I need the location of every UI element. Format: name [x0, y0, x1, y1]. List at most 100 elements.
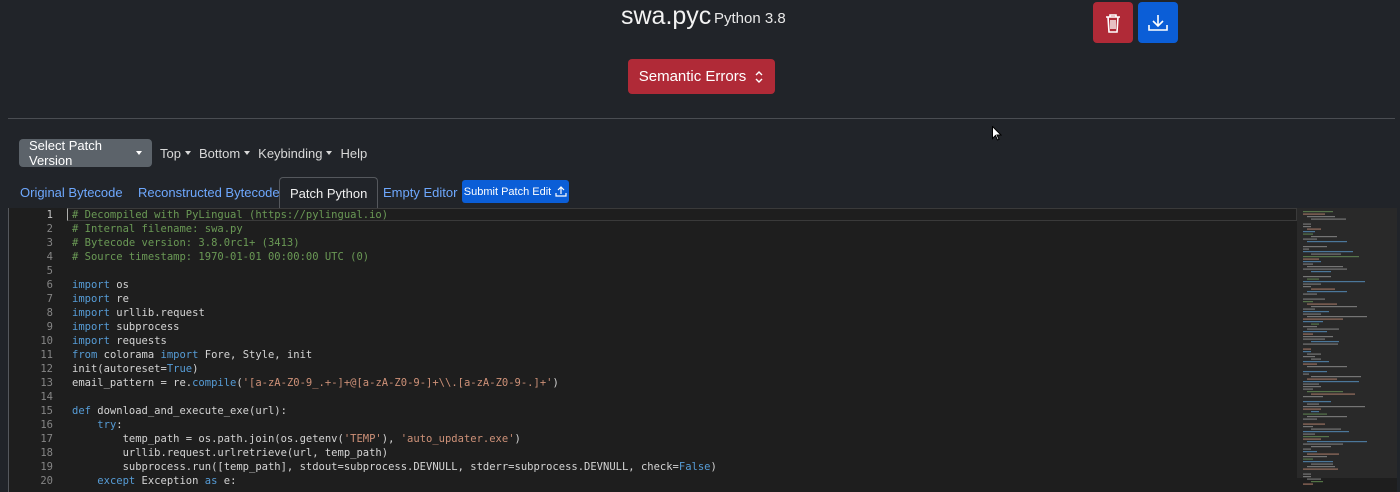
select-patch-version-dropdown[interactable]: Select Patch Version — [19, 138, 152, 168]
code-line[interactable]: 7 import re — [9, 292, 1299, 306]
code-token: Fore, Style, init — [198, 349, 313, 361]
line-number: 10 — [40, 335, 53, 347]
tab-empty-editor[interactable]: Empty Editor — [383, 177, 457, 208]
code-text: init(autoreset=True) — [72, 362, 198, 376]
line-number: 2 — [46, 223, 53, 235]
tab-reconstructed-bytecode[interactable]: Reconstructed Bytecode — [138, 177, 280, 208]
download-button[interactable] — [1138, 2, 1178, 43]
code-line[interactable]: 20 except Exception as e: — [9, 474, 1299, 488]
code-line[interactable]: 17 temp_path = os.path.join(os.getenv('T… — [9, 432, 1299, 446]
file-title: swa.pyc — [621, 2, 712, 30]
bottom-label: Bottom — [198, 145, 241, 161]
code-lines: 1 # Decompiled with PyLingual (https://py… — [9, 208, 1299, 488]
code-line[interactable]: 6 import os — [9, 278, 1299, 292]
delete-button[interactable] — [1093, 2, 1133, 43]
code-token: Exception — [135, 475, 205, 487]
line-number: 1 — [46, 209, 53, 221]
line-number: 19 — [40, 461, 53, 473]
line-number: 13 — [40, 377, 53, 389]
submit-patch-edit-button[interactable]: Submit Patch Edit — [462, 180, 569, 203]
line-number: 11 — [40, 349, 53, 361]
semantic-errors-label: Semantic Errors — [638, 68, 747, 85]
code-token: 'auto_updater.exe' — [400, 433, 515, 445]
minimap-slider[interactable] — [1297, 208, 1397, 478]
code-line[interactable]: 4 # Source timestamp: 1970-01-01 00:00:00… — [9, 250, 1299, 264]
code-token: init(autoreset= — [72, 363, 167, 375]
code-token: os — [109, 279, 129, 291]
code-text: # Source timestamp: 1970-01-01 00:00:00 … — [72, 250, 369, 264]
code-token: : — [116, 419, 123, 431]
code-text: # Internal filename: swa.py — [72, 222, 243, 236]
semantic-errors-button[interactable]: Semantic Errors — [628, 59, 775, 94]
code-text: import urllib.request — [72, 306, 205, 320]
code-line[interactable]: 2 # Internal filename: swa.py — [9, 222, 1299, 236]
line-number: 4 — [46, 251, 53, 263]
code-text: # Bytecode version: 3.8.0rc1+ (3413) — [72, 236, 300, 250]
code-token: # Bytecode version: 3.8.0rc1+ (3413) — [72, 237, 300, 249]
top-menu[interactable]: Top — [160, 146, 191, 161]
code-token: ) — [552, 377, 559, 389]
line-number: 12 — [40, 363, 53, 375]
code-text: # Decompiled with PyLingual (https://pyl… — [72, 208, 388, 222]
code-text: import re — [72, 292, 129, 306]
code-token: import — [72, 307, 110, 319]
code-token: email_pattern = re. — [72, 377, 193, 389]
bottom-menu[interactable]: Bottom — [198, 145, 251, 161]
line-number: 16 — [40, 419, 53, 431]
minimap-stroke — [1311, 481, 1323, 483]
line-number: 7 — [46, 293, 53, 305]
code-token: re — [109, 293, 129, 305]
code-line[interactable]: 16 try: — [9, 418, 1299, 432]
code-token: from — [72, 349, 98, 361]
keybinding-menu[interactable]: Keybinding — [258, 145, 333, 161]
toolbar: Select Patch Version Top Bottom Keybindi… — [19, 138, 367, 168]
code-line[interactable]: 8 import urllib.request — [9, 306, 1299, 320]
code-editor[interactable]: 1 # Decompiled with PyLingual (https://py… — [8, 208, 1397, 492]
code-text: temp_path = os.path.join(os.getenv('TEMP… — [72, 432, 521, 446]
code-token: subprocess — [109, 321, 180, 333]
code-line[interactable]: 13 email_pattern = re.compile('[a-zA-Z0-9… — [9, 376, 1299, 390]
code-line[interactable]: 12 init(autoreset=True) — [9, 362, 1299, 376]
code-token: import — [160, 349, 199, 361]
line-number: 8 — [46, 307, 53, 319]
code-text: email_pattern = re.compile('[a-zA-Z0-9_.… — [72, 376, 559, 390]
code-line[interactable]: 19 subprocess.run([temp_path], stdout=su… — [9, 460, 1299, 474]
code-token: colorama — [97, 349, 161, 361]
code-line[interactable]: 18 urllib.request.urlretrieve(url, temp_… — [9, 446, 1299, 460]
code-token: 'TEMP' — [343, 433, 382, 445]
code-token: e: — [217, 475, 237, 487]
python-version: Python 3.8 — [714, 10, 786, 27]
code-line[interactable]: 9 import subprocess — [9, 320, 1299, 334]
divider — [8, 118, 1395, 119]
code-token: requests — [109, 335, 167, 347]
code-token: compile — [192, 377, 237, 389]
caret-down-icon — [184, 151, 191, 155]
code-line[interactable]: 11 from colorama import Fore, Style, init — [9, 348, 1299, 362]
code-token: ) — [192, 363, 199, 375]
tab-patch-python[interactable]: Patch Python — [279, 177, 379, 209]
code-line[interactable]: 1 # Decompiled with PyLingual (https://py… — [9, 208, 1299, 222]
download-icon — [1148, 14, 1168, 31]
code-text: try: — [72, 418, 123, 432]
code-text: import os — [72, 278, 129, 292]
submit-patch-label: Submit Patch Edit — [463, 185, 552, 198]
code-line[interactable]: 15 def download_and_execute_exe(url): — [9, 404, 1299, 418]
code-token: False — [678, 461, 711, 473]
code-line[interactable]: 10 import requests — [9, 334, 1299, 348]
minimap[interactable] — [1297, 208, 1397, 492]
caret-down-icon — [244, 151, 251, 155]
code-line[interactable]: 3 # Bytecode version: 3.8.0rc1+ (3413) — [9, 236, 1299, 250]
code-text: except Exception as e: — [72, 474, 236, 488]
code-token: # Decompiled with PyLingual (https://pyl… — [72, 209, 389, 221]
code-token: # Source timestamp: 1970-01-01 00:00:00 … — [72, 251, 370, 263]
code-token: import — [72, 321, 110, 333]
code-token: download_and_execute_exe(url): — [90, 405, 287, 417]
code-text: urllib.request.urlretrieve(url, temp_pat… — [72, 446, 389, 460]
tab-original-bytecode[interactable]: Original Bytecode — [20, 177, 123, 208]
code-line[interactable]: 14 — [9, 390, 1299, 404]
code-line[interactable]: 5 — [9, 264, 1299, 278]
keybinding-label: Keybinding — [258, 145, 323, 161]
help-link[interactable]: Help — [340, 146, 367, 161]
